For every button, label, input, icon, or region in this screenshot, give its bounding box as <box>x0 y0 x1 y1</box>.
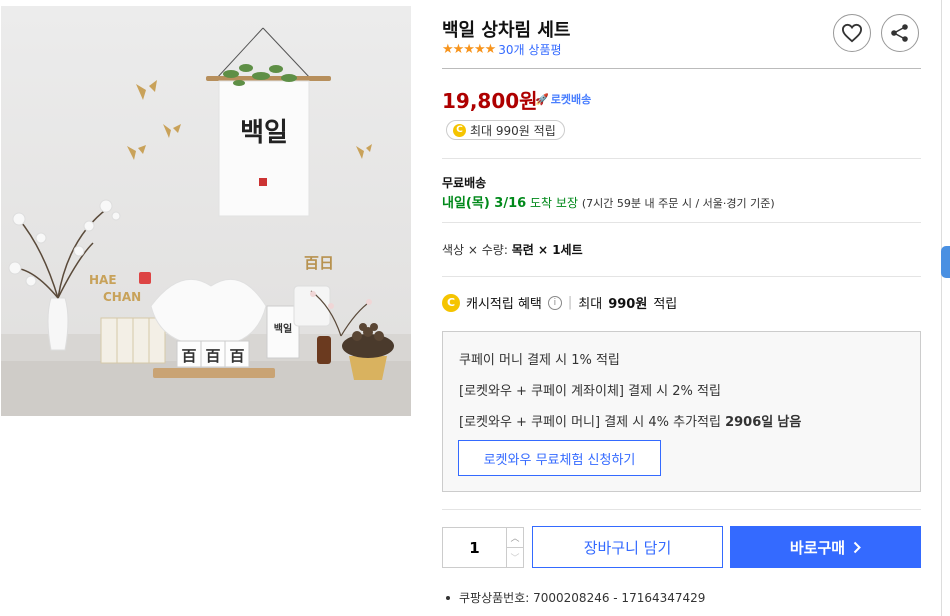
block-1-text: 百 <box>181 347 196 365</box>
bullet <box>446 595 450 600</box>
product-photo-illustration: 백일 HAE CHAN 百 百 百 백일 百日 <box>1 6 411 416</box>
scrollbar-thumb[interactable] <box>941 246 950 278</box>
option-value: 목련 × 1세트 <box>511 243 583 257</box>
quantity-increase-button[interactable]: ︿ <box>507 528 523 547</box>
add-to-cart-button[interactable]: 장바구니 담기 <box>532 526 723 568</box>
selected-option: 색상 × 수량: 목련 × 1세트 <box>442 241 583 258</box>
divider <box>442 509 921 510</box>
scrollbar-track <box>941 0 942 616</box>
divider <box>442 158 921 159</box>
quantity-input[interactable] <box>443 528 506 567</box>
star-rating-icon: ★★★★★ <box>442 42 496 57</box>
chevron-down-icon: ﹀ <box>510 554 520 564</box>
share-button[interactable] <box>881 14 919 52</box>
delivery-info: 내일(목) 3/16 도착 보장 (7시간 59분 내 주문 시 / 서울·경기… <box>442 192 775 211</box>
buy-now-label: 바로구매 <box>789 538 846 557</box>
chan-text: CHAN <box>103 290 141 304</box>
benefit-line-3: [로켓와우 + 쿠페이 머니] 결제 시 4% 추가적립 2906일 남음 <box>459 411 801 430</box>
benefit-line-1: 쿠페이 머니 결제 시 1% 적립 <box>459 353 620 368</box>
option-label: 색상 × 수량: <box>442 243 508 257</box>
rocket-wow-trial-button[interactable]: 로켓와우 무료체험 신청하기 <box>458 440 661 476</box>
cash-benefit-label: 캐시적립 혜택 <box>466 297 542 312</box>
review-count-link[interactable]: 30개 상품평 <box>498 41 561 58</box>
coin-icon: C <box>453 123 466 137</box>
heart-icon <box>841 23 863 43</box>
separator: | <box>567 295 573 310</box>
delivery-condition: (7시간 59분 내 주문 시 / 서울·경기 기준) <box>581 197 775 210</box>
product-image[interactable]: 백일 HAE CHAN 百 百 百 백일 百日 <box>1 6 411 416</box>
benefit-days-left: 2906일 <box>725 415 774 430</box>
cash-max-label: 최대 <box>578 297 603 312</box>
rocket-delivery-label: 로켓배송 <box>550 93 592 106</box>
product-number-row: 쿠팡상품번호: 7000208246 - 17164347429 <box>446 589 705 606</box>
share-icon <box>891 24 908 42</box>
chevron-right-icon <box>853 541 862 553</box>
rating-row[interactable]: ★★★★★ 30개 상품평 <box>442 41 562 58</box>
divider <box>442 68 921 69</box>
hae-text: HAE <box>89 273 117 287</box>
benefit-days-suffix: 남음 <box>777 415 802 430</box>
info-icon[interactable]: i <box>547 295 562 310</box>
divider <box>442 276 921 277</box>
coin-icon: C <box>442 293 460 312</box>
block-3-text: 百 <box>229 347 244 365</box>
page-scrollbar[interactable] <box>941 0 950 616</box>
wishlist-button[interactable] <box>833 14 871 52</box>
product-number-label: 쿠팡상품번호: <box>459 591 530 605</box>
cash-suffix: 적립 <box>653 297 678 312</box>
divider <box>442 222 921 223</box>
cash-amount: 990원 <box>608 297 648 312</box>
product-number-value: 7000208246 - 17164347429 <box>533 591 706 605</box>
cash-benefit-row: C 캐시적립 혜택 i | 최대 990원 적립 <box>442 293 677 312</box>
shipping-label: 무료배송 <box>442 176 487 190</box>
benefit-line-2: [로켓와우 + 쿠페이 계좌이체] 결제 시 2% 적립 <box>459 384 721 399</box>
product-price: 19,800원 <box>442 89 538 113</box>
topper-text: 百日 <box>304 254 334 272</box>
buy-now-button[interactable]: 바로구매 <box>730 526 921 568</box>
rocket-icon: 🚀 <box>535 92 549 106</box>
quantity-stepper[interactable]: ︿ ﹀ <box>442 527 524 568</box>
rocket-delivery-badge: 🚀 로켓배송 <box>535 91 591 107</box>
delivery-guarantee: 도착 보장 <box>530 196 578 210</box>
benefit-line-3-text: [로켓와우 + 쿠페이 머니] 결제 시 4% 추가적립 <box>459 415 721 430</box>
block-2-text: 百 <box>205 347 220 365</box>
delivery-date: 내일(목) 3/16 <box>442 196 527 211</box>
chevron-up-icon: ︿ <box>510 534 520 544</box>
reward-badge: C 최대 990원 적립 <box>446 120 565 140</box>
reward-text: 최대 990원 적립 <box>470 123 556 138</box>
product-title: 백일 상차림 세트 <box>442 20 571 41</box>
quantity-decrease-button[interactable]: ﹀ <box>507 547 523 567</box>
payment-benefits-box: 쿠페이 머니 결제 시 1% 적립 [로켓와우 + 쿠페이 계좌이체] 결제 시… <box>442 331 921 492</box>
card-text: 백일 <box>274 322 292 335</box>
banner-text-1: 백일 <box>240 118 288 148</box>
